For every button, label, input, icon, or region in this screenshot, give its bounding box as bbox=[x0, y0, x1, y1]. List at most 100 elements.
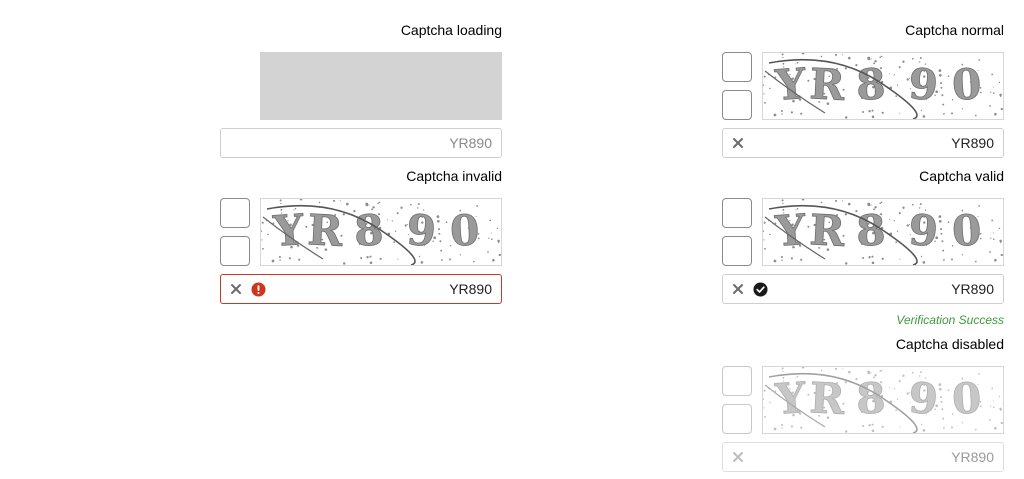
captcha-noise-dot bbox=[994, 258, 997, 262]
captcha-noise-dot bbox=[841, 368, 843, 370]
captcha-noise-dot bbox=[1000, 253, 1003, 257]
captcha-glyph: Y bbox=[271, 205, 306, 256]
captcha-noise-dot bbox=[951, 426, 953, 429]
error-icon bbox=[251, 282, 266, 297]
captcha-glyph: 0 bbox=[951, 59, 983, 109]
captcha-glyph: 9 bbox=[907, 205, 940, 256]
captcha-noise-dot bbox=[922, 261, 926, 264]
captcha-noise-dot bbox=[896, 84, 899, 86]
captcha-noise-dot bbox=[947, 389, 950, 392]
captcha-noise-dot bbox=[943, 259, 945, 261]
captcha-glyph: 9 bbox=[405, 205, 438, 256]
captcha-noise-dot bbox=[261, 239, 263, 241]
captcha-action-button[interactable] bbox=[722, 236, 752, 266]
captcha-noise-dot bbox=[922, 429, 926, 432]
captcha-glyph: Y bbox=[773, 59, 808, 110]
captcha-noise-dot bbox=[895, 409, 898, 411]
captcha-noise-dot bbox=[492, 258, 495, 262]
captcha-noise-dot bbox=[820, 55, 823, 58]
captcha-noise-dot bbox=[999, 407, 1002, 411]
captcha-image[interactable]: YR890 bbox=[260, 198, 502, 266]
captcha-glyph: 9 bbox=[907, 373, 940, 424]
captcha-noise-dot bbox=[920, 109, 923, 112]
captcha-noise-dot bbox=[769, 233, 771, 236]
captcha-noise-dot bbox=[867, 202, 871, 206]
captcha-noise-dot bbox=[947, 221, 950, 224]
captcha-noise-dot bbox=[279, 259, 281, 261]
captcha-noise-dot bbox=[941, 240, 944, 243]
captcha-noise-dot bbox=[896, 230, 899, 232]
captcha-noise-dot bbox=[991, 219, 994, 222]
captcha-glyph: 8 bbox=[855, 60, 886, 110]
captcha-input[interactable]: YR890 bbox=[220, 128, 502, 158]
captcha-noise-dot bbox=[868, 110, 871, 113]
captcha-noise-dot bbox=[763, 239, 765, 241]
captcha-noise-dot bbox=[394, 230, 397, 232]
verification-message: Verification Success bbox=[896, 313, 1004, 327]
captcha-input[interactable]: YR890 bbox=[220, 274, 502, 304]
captcha-noise-dot bbox=[764, 101, 766, 104]
captcha-noise-dot bbox=[994, 112, 997, 116]
captcha-noise-dot bbox=[491, 238, 493, 240]
captcha-noise-dot bbox=[942, 417, 945, 420]
captcha-noise-dot bbox=[867, 56, 871, 60]
captcha-noise-dot bbox=[834, 367, 838, 370]
close-icon[interactable] bbox=[731, 136, 745, 150]
captcha-image[interactable]: YR890 bbox=[762, 52, 1004, 120]
captcha-noise-dot bbox=[800, 258, 803, 261]
captcha-action-button[interactable] bbox=[220, 198, 250, 228]
close-icon[interactable] bbox=[731, 282, 745, 296]
captcha-noise-dot bbox=[487, 251, 489, 253]
captcha-noise-dot bbox=[369, 255, 372, 258]
captcha-noise-dot bbox=[360, 256, 363, 260]
captcha-input-value: YR890 bbox=[951, 281, 994, 297]
captcha-noise-dot bbox=[940, 82, 942, 85]
captcha-noise-dot bbox=[763, 407, 765, 409]
captcha-input[interactable]: YR890 bbox=[722, 128, 1004, 158]
captcha-noise-dot bbox=[790, 425, 793, 428]
captcha-noise-dot bbox=[288, 257, 291, 260]
captcha-action-button[interactable] bbox=[722, 90, 752, 120]
captcha-noise-dot bbox=[879, 202, 882, 205]
captcha-glyph: R bbox=[307, 205, 346, 256]
captcha-glyph: 9 bbox=[907, 59, 940, 110]
captcha-image[interactable]: YR890 bbox=[762, 198, 1004, 266]
captcha-noise-dot bbox=[763, 84, 764, 87]
captcha-noise-dot bbox=[773, 259, 777, 263]
captcha-noise-dot bbox=[889, 387, 891, 389]
captcha-noise-dot bbox=[391, 220, 393, 222]
captcha-noise-dot bbox=[922, 115, 926, 118]
captcha-noise-dot bbox=[862, 110, 865, 114]
captcha-noise-dot bbox=[279, 199, 282, 202]
captcha-noise-dot bbox=[378, 201, 381, 204]
captcha-noise-dot bbox=[880, 369, 883, 372]
captcha-noise-dot bbox=[420, 261, 424, 264]
close-icon bbox=[733, 452, 743, 462]
captcha-noise-dot bbox=[346, 202, 349, 206]
captcha-title: Captcha loading bbox=[400, 22, 502, 38]
captcha-noise-dot bbox=[278, 255, 281, 259]
captcha-input[interactable]: YR890 bbox=[722, 274, 1004, 304]
captcha-noise-dot bbox=[763, 75, 766, 78]
captcha-noise-dot bbox=[893, 220, 895, 222]
captcha-action-button[interactable] bbox=[220, 236, 250, 266]
captcha-noise-dot bbox=[801, 199, 805, 201]
captcha-action-button[interactable] bbox=[722, 198, 752, 228]
captcha-noise-dot bbox=[781, 367, 784, 370]
captcha-noise-dot bbox=[871, 423, 874, 426]
captcha-noise-dot bbox=[951, 258, 953, 261]
captcha-noise-dot bbox=[396, 212, 399, 215]
captcha-noise-dot bbox=[773, 113, 777, 117]
captcha-noise-dot bbox=[898, 212, 901, 215]
captcha-noise-dot bbox=[393, 241, 396, 243]
captcha-noise-dot bbox=[781, 259, 783, 261]
captcha-noise-dot bbox=[764, 247, 766, 250]
captcha-noise-dot bbox=[763, 398, 764, 401]
captcha-action-button[interactable] bbox=[722, 52, 752, 82]
captcha-noise-dot bbox=[773, 427, 777, 431]
captcha-noise-dot bbox=[848, 56, 851, 60]
captcha-noise-dot bbox=[889, 219, 891, 221]
close-icon[interactable] bbox=[229, 282, 243, 296]
captcha-noise-dot bbox=[895, 241, 898, 243]
captcha-image-loading bbox=[260, 52, 502, 120]
